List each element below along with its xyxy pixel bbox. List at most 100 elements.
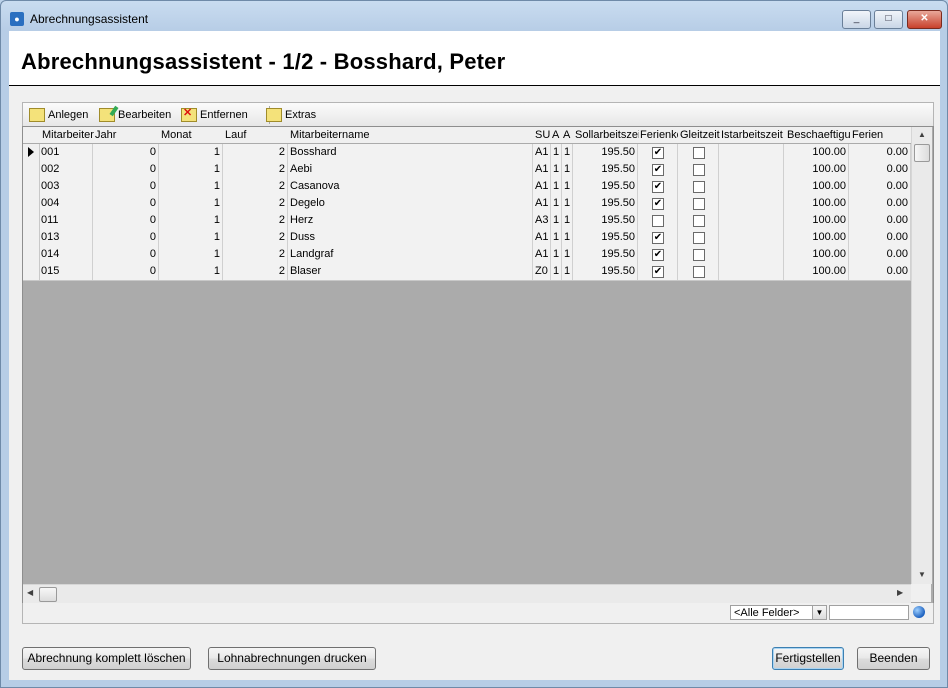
col-header-a2[interactable]: A bbox=[563, 129, 573, 143]
cell-soll[interactable]: 195.50 bbox=[573, 229, 638, 246]
cell-ferien[interactable]: 0.00 bbox=[849, 212, 911, 229]
cell-monat[interactable]: 1 bbox=[159, 178, 223, 195]
cell-id[interactable]: 004 bbox=[39, 195, 93, 212]
delete-billing-button[interactable]: Abrechnung komplett löschen bbox=[22, 647, 191, 670]
cell-id[interactable]: 003 bbox=[39, 178, 93, 195]
col-header-a1[interactable]: A bbox=[552, 129, 562, 143]
gleitzeit-checkbox[interactable] bbox=[693, 147, 705, 159]
cell-name[interactable]: Duss bbox=[288, 229, 533, 246]
ferien-checkbox-cell[interactable]: ✔ bbox=[638, 246, 678, 263]
scroll-up-icon[interactable]: ▲ bbox=[918, 130, 926, 139]
ferien-checkbox-cell[interactable] bbox=[638, 212, 678, 229]
table-row[interactable]: 001 0 1 2 Bosshard A1 1 1 195.50 ✔ 100.00 0.00 bbox=[23, 144, 911, 162]
cell-lauf[interactable]: 2 bbox=[223, 246, 288, 263]
cell-soll[interactable]: 195.50 bbox=[573, 195, 638, 212]
cell-besch[interactable]: 100.00 bbox=[784, 246, 849, 263]
cell-ferien[interactable]: 0.00 bbox=[849, 229, 911, 246]
cell-monat[interactable]: 1 bbox=[159, 195, 223, 212]
cell-a1[interactable]: 1 bbox=[551, 246, 562, 263]
delete-button[interactable]: Entfernen bbox=[181, 106, 248, 123]
cell-a2[interactable]: 1 bbox=[562, 161, 573, 178]
quit-button[interactable]: Beenden bbox=[857, 647, 930, 670]
row-indicator[interactable] bbox=[23, 246, 40, 263]
cell-a2[interactable]: 1 bbox=[562, 263, 573, 280]
cell-su[interactable]: A1 bbox=[533, 144, 551, 161]
table-row[interactable]: 004 0 1 2 Degelo A1 1 1 195.50 ✔ 100.00 0.00 bbox=[23, 195, 911, 213]
cell-su[interactable]: A1 bbox=[533, 178, 551, 195]
cell-jahr[interactable]: 0 bbox=[93, 144, 159, 161]
row-indicator[interactable] bbox=[23, 263, 40, 280]
table-row[interactable]: 003 0 1 2 Casanova A1 1 1 195.50 ✔ 100.00 0.00 bbox=[23, 178, 911, 196]
gleitzeit-checkbox[interactable] bbox=[693, 215, 705, 227]
cell-besch[interactable]: 100.00 bbox=[784, 144, 849, 161]
cell-name[interactable]: Blaser bbox=[288, 263, 533, 280]
gleitzeit-checkbox[interactable] bbox=[693, 198, 705, 210]
row-indicator[interactable] bbox=[23, 229, 40, 246]
cell-a2[interactable]: 1 bbox=[562, 144, 573, 161]
cell-soll[interactable]: 195.50 bbox=[573, 246, 638, 263]
cell-su[interactable]: A1 bbox=[533, 229, 551, 246]
cell-soll[interactable]: 195.50 bbox=[573, 263, 638, 280]
globe-icon[interactable] bbox=[913, 606, 925, 618]
cell-lauf[interactable]: 2 bbox=[223, 263, 288, 280]
cell-a1[interactable]: 1 bbox=[551, 229, 562, 246]
extras-button[interactable]: Extras bbox=[266, 107, 316, 123]
ferien-checkbox-cell[interactable]: ✔ bbox=[638, 263, 678, 280]
gleitzeit-checkbox[interactable] bbox=[693, 164, 705, 176]
col-header-istarbeitszeit[interactable]: Istarbeitszeit bbox=[721, 129, 784, 143]
ferien-checkbox[interactable]: ✔ bbox=[652, 232, 664, 244]
cell-monat[interactable]: 1 bbox=[159, 161, 223, 178]
cell-besch[interactable]: 100.00 bbox=[784, 263, 849, 280]
cell-name[interactable]: Bosshard bbox=[288, 144, 533, 161]
cell-monat[interactable]: 1 bbox=[159, 144, 223, 161]
col-header-lauf[interactable]: Lauf bbox=[225, 129, 285, 143]
gleitzeit-checkbox-cell[interactable] bbox=[678, 195, 719, 212]
cell-ferien[interactable]: 0.00 bbox=[849, 161, 911, 178]
cell-su[interactable]: A1 bbox=[533, 246, 551, 263]
cell-ist[interactable] bbox=[719, 195, 784, 212]
cell-jahr[interactable]: 0 bbox=[93, 246, 159, 263]
cell-monat[interactable]: 1 bbox=[159, 246, 223, 263]
ferien-checkbox[interactable]: ✔ bbox=[652, 147, 664, 159]
gleitzeit-checkbox-cell[interactable] bbox=[678, 263, 719, 280]
cell-lauf[interactable]: 2 bbox=[223, 178, 288, 195]
new-button[interactable]: Anlegen bbox=[29, 107, 88, 123]
cell-a1[interactable]: 1 bbox=[551, 263, 562, 280]
cell-besch[interactable]: 100.00 bbox=[784, 195, 849, 212]
row-indicator[interactable] bbox=[23, 144, 40, 161]
cell-su[interactable]: A1 bbox=[533, 161, 551, 178]
col-header-monat[interactable]: Monat bbox=[161, 129, 221, 143]
cell-lauf[interactable]: 2 bbox=[223, 212, 288, 229]
cell-lauf[interactable]: 2 bbox=[223, 161, 288, 178]
cell-name[interactable]: Landgraf bbox=[288, 246, 533, 263]
cell-ist[interactable] bbox=[719, 178, 784, 195]
cell-jahr[interactable]: 0 bbox=[93, 263, 159, 280]
cell-jahr[interactable]: 0 bbox=[93, 195, 159, 212]
row-indicator[interactable] bbox=[23, 195, 40, 212]
ferien-checkbox[interactable] bbox=[652, 215, 664, 227]
col-header-sollarbeitszeit[interactable]: Sollarbeitszei bbox=[575, 129, 639, 143]
cell-besch[interactable]: 100.00 bbox=[784, 161, 849, 178]
ferien-checkbox[interactable]: ✔ bbox=[652, 164, 664, 176]
cell-ferien[interactable]: 0.00 bbox=[849, 144, 911, 161]
cell-ferien[interactable]: 0.00 bbox=[849, 246, 911, 263]
cell-a1[interactable]: 1 bbox=[551, 144, 562, 161]
cell-su[interactable]: A1 bbox=[533, 195, 551, 212]
cell-monat[interactable]: 1 bbox=[159, 263, 223, 280]
cell-ist[interactable] bbox=[719, 263, 784, 280]
scroll-left-icon[interactable]: ◀ bbox=[27, 588, 33, 597]
col-header-beschaeftigung[interactable]: Beschaeftigu bbox=[787, 129, 850, 143]
row-indicator[interactable] bbox=[23, 212, 40, 229]
cell-su[interactable]: Z0 bbox=[533, 263, 551, 280]
cell-ist[interactable] bbox=[719, 144, 784, 161]
close-button[interactable]: ✕ bbox=[907, 10, 942, 29]
vertical-scrollbar[interactable]: ▲ ▼ bbox=[911, 127, 932, 584]
col-header-jahr[interactable]: Jahr bbox=[95, 129, 155, 143]
gleitzeit-checkbox-cell[interactable] bbox=[678, 178, 719, 195]
cell-a2[interactable]: 1 bbox=[562, 178, 573, 195]
table-row[interactable]: 015 0 1 2 Blaser Z0 1 1 195.50 ✔ 100.00 0.00 bbox=[23, 263, 911, 281]
ferien-checkbox[interactable]: ✔ bbox=[652, 266, 664, 278]
scroll-down-icon[interactable]: ▼ bbox=[918, 570, 926, 579]
gleitzeit-checkbox[interactable] bbox=[693, 232, 705, 244]
cell-name[interactable]: Herz bbox=[288, 212, 533, 229]
